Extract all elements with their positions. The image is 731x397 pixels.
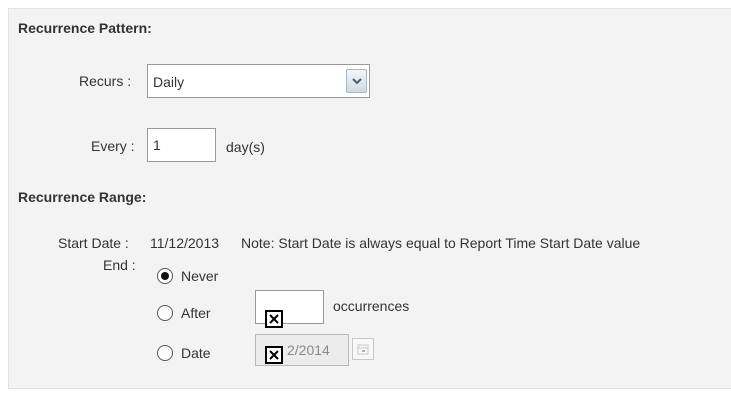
- calendar-button[interactable]: [352, 338, 374, 360]
- end-date-radio[interactable]: [157, 345, 173, 361]
- end-never-label: Never: [181, 268, 219, 284]
- end-label: End :: [103, 257, 136, 273]
- broken-image-icon: [265, 310, 283, 328]
- start-date-note: Note: Start Date is always equal to Repo…: [241, 235, 641, 251]
- end-date-input-value: 2/2014: [287, 342, 330, 358]
- recurrence-pattern-title: Recurrence Pattern:: [18, 20, 152, 36]
- occurrences-label: occurrences: [333, 298, 410, 314]
- recurs-select-value: Daily: [153, 74, 185, 90]
- recurs-dropdown-button[interactable]: [346, 69, 367, 93]
- recurs-label: Recurs :: [79, 73, 132, 89]
- start-date-label: Start Date :: [58, 235, 129, 251]
- every-input-value: 1: [153, 137, 161, 153]
- recurrence-range-title: Recurrence Range:: [18, 189, 147, 205]
- end-after-label: After: [181, 305, 211, 321]
- chevron-down-icon: [352, 78, 362, 85]
- every-label: Every :: [91, 138, 135, 154]
- end-date-label: Date: [181, 345, 211, 361]
- end-never-radio[interactable]: [157, 268, 173, 284]
- start-date-value: 11/12/2013: [150, 235, 220, 251]
- every-input[interactable]: 1: [147, 128, 216, 162]
- end-after-radio[interactable]: [157, 305, 173, 321]
- calendar-icon: [357, 344, 369, 355]
- every-unit-label: day(s): [226, 139, 265, 155]
- recurs-select[interactable]: Daily: [147, 64, 370, 98]
- broken-image-icon: [265, 346, 283, 364]
